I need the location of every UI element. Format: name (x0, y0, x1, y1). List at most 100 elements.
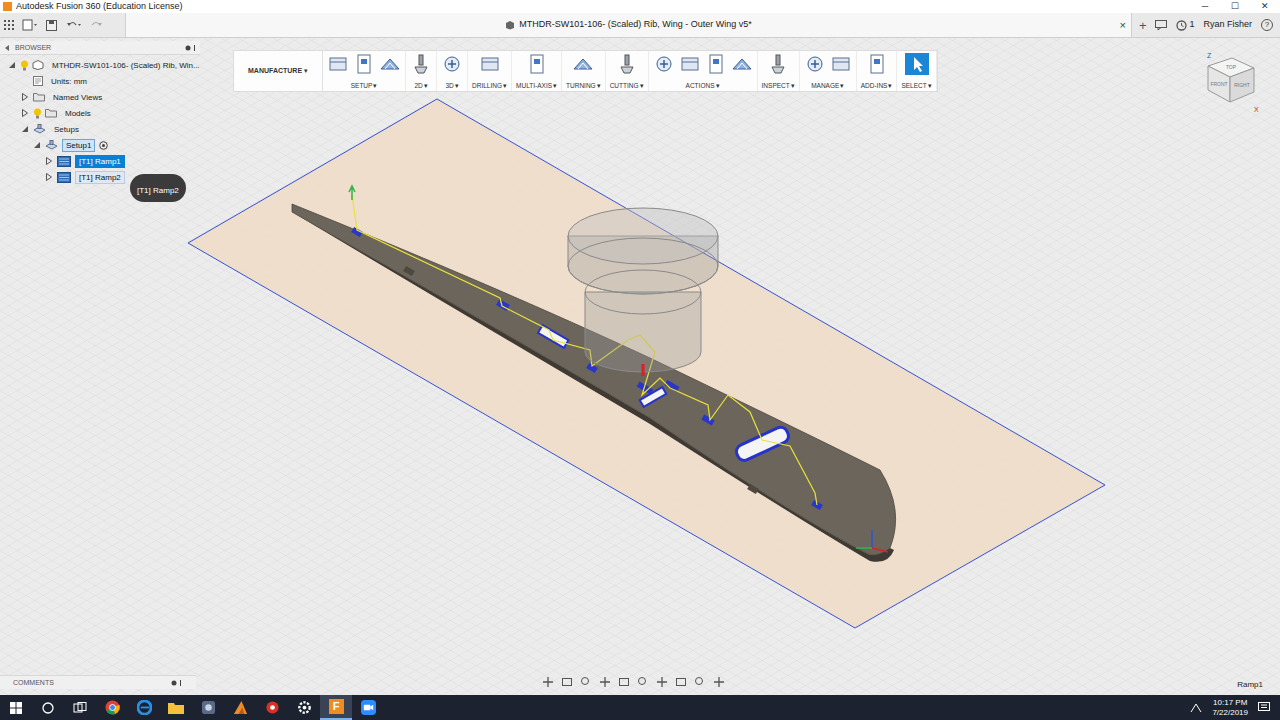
toolbar-group-label[interactable]: MANAGE (811, 83, 839, 90)
select-arrow-icon[interactable] (905, 53, 929, 75)
toolbar-group[interactable]: CUTTING▾ (606, 51, 649, 91)
browser-item-label[interactable]: Models (61, 107, 95, 120)
navigation-tool-icon[interactable] (580, 676, 592, 688)
toolbar-tool-icon[interactable] (479, 53, 501, 75)
navigation-tool-icon[interactable] (637, 676, 649, 688)
toolbar-tool-icon[interactable] (705, 53, 727, 75)
navigation-tool-icon[interactable] (599, 676, 611, 688)
navigation-tool-icon[interactable] (542, 676, 554, 688)
navigation-tool-icon[interactable] (561, 676, 573, 688)
toolbar-group-label[interactable]: 2D (414, 83, 422, 90)
toolbar-tool-icon[interactable] (731, 53, 753, 75)
toolbar-group[interactable]: MULTI-AXIS▾ (512, 51, 562, 91)
browser-item[interactable]: [T1] Ramp1 (0, 153, 200, 169)
toolbar-group[interactable]: SELECT▾ (897, 51, 936, 91)
view-cube[interactable]: TOPFRONTRIGHTZX (1198, 50, 1262, 116)
toolbar-tool-icon[interactable] (379, 53, 401, 75)
toolbar-tool-icon[interactable] (572, 53, 594, 75)
browser-item[interactable]: Units: mm (0, 73, 200, 89)
toolbar-group-label[interactable]: SELECT (901, 83, 926, 90)
fusion-taskbar-button[interactable]: F (320, 695, 352, 720)
toolbar-group-label[interactable]: CUTTING (610, 83, 639, 90)
expand-triangle-icon[interactable] (45, 173, 53, 181)
toolbar-tool-icon[interactable] (616, 53, 638, 75)
toolbar-group[interactable]: 2D▾ (406, 51, 437, 91)
zoom-icon[interactable] (361, 700, 376, 715)
workspace-switcher[interactable]: MANUFACTURE▾ (234, 51, 323, 91)
clock[interactable]: 10:17 PM7/22/2019 (1212, 698, 1248, 718)
notifications-icon[interactable] (1258, 702, 1270, 713)
chat-icon[interactable] (1155, 20, 1167, 31)
toolbar-tool-icon[interactable] (866, 53, 888, 75)
user-name[interactable]: Ryan Fisher (1203, 18, 1252, 32)
toolbar-tool-icon[interactable] (441, 53, 463, 75)
model-viewport[interactable] (0, 38, 1280, 695)
search-icon[interactable] (42, 702, 54, 714)
browser-item-label[interactable]: MTHDR-SW101-106- (Scaled) Rib, Win... (48, 59, 204, 72)
toolbar-tool-icon[interactable] (327, 53, 349, 75)
app-grid-icon[interactable] (4, 20, 14, 30)
navigation-tool-icon[interactable] (675, 676, 687, 688)
toolbar-group-label[interactable]: DRILLING (472, 83, 502, 90)
lightbulb-icon[interactable] (20, 60, 29, 71)
browser-item-label[interactable]: [T1] Ramp2 (75, 171, 125, 184)
windows-start-icon[interactable] (10, 702, 22, 714)
toolbar-tool-icon[interactable] (653, 53, 675, 75)
app-icon[interactable] (201, 700, 216, 715)
toolbar-group[interactable]: ACTIONS▾ (649, 51, 758, 91)
toolbar-group[interactable]: DRILLING▾ (468, 51, 512, 91)
navigation-tool-icon[interactable] (656, 676, 668, 688)
navigation-tool-icon[interactable] (713, 676, 725, 688)
autodesk-icon[interactable] (233, 700, 248, 715)
file-explorer-icon[interactable] (168, 701, 184, 714)
expand-triangle-icon[interactable] (21, 93, 29, 101)
panel-pin-icon[interactable] (185, 44, 197, 52)
document-tab[interactable]: MTHDR-SW101-106- (Scaled) Rib, Wing - Ou… (125, 13, 1132, 37)
toolbar-group[interactable]: SETUP▾ (323, 51, 406, 91)
toolbar-tool-icon[interactable] (767, 53, 789, 75)
tray-icon[interactable] (1190, 703, 1202, 713)
active-target-icon[interactable] (99, 141, 108, 150)
browser-item-label[interactable]: Setup1 (62, 139, 95, 152)
redo-icon[interactable] (89, 19, 105, 31)
toolbar-group-label[interactable]: ADD-INS (861, 83, 888, 90)
collapse-panel-icon[interactable] (3, 44, 11, 52)
close-tab-button[interactable]: × (1119, 20, 1125, 31)
toolbar-group-label[interactable]: INSPECT (762, 83, 790, 90)
browser-item[interactable]: Models (0, 105, 200, 121)
toolbar-group-label[interactable]: ACTIONS (686, 83, 715, 90)
new-tab-button[interactable]: + (1139, 19, 1147, 32)
toolbar-tool-icon[interactable] (410, 53, 432, 75)
toolbar-tool-icon[interactable] (830, 53, 852, 75)
browser-item[interactable]: MTHDR-SW101-106- (Scaled) Rib, Win... (0, 57, 200, 73)
toolbar-group[interactable]: INSPECT▾ (758, 51, 800, 91)
gear-app-icon[interactable] (265, 700, 280, 715)
browser-item-label[interactable]: Units: mm (47, 75, 91, 88)
collapse-triangle-icon[interactable] (33, 141, 41, 149)
toolbar-group-label[interactable]: SETUP (351, 83, 373, 90)
lightbulb-icon[interactable] (33, 108, 42, 119)
toolbar-tool-icon[interactable] (526, 53, 548, 75)
job-status-icon[interactable] (1176, 20, 1187, 31)
toolbar-group-label[interactable]: MULTI-AXIS (516, 83, 552, 90)
navigation-tool-icon[interactable] (618, 676, 630, 688)
window-control-button[interactable]: ✕ (1250, 2, 1280, 11)
chrome-icon[interactable] (105, 700, 120, 715)
expand-triangle-icon[interactable] (21, 109, 29, 117)
toolbar-group[interactable]: 3D▾ (437, 51, 468, 91)
toolbar-group-label[interactable]: TURNING (566, 83, 596, 90)
panel-pin-icon[interactable] (171, 679, 183, 687)
toolbar-group[interactable]: TURNING▾ (562, 51, 606, 91)
toolbar-group-label[interactable]: 3D (445, 83, 453, 90)
expand-triangle-icon[interactable] (45, 157, 53, 165)
navigation-tool-icon[interactable] (694, 676, 706, 688)
toolbar-group[interactable]: MANAGE▾ (800, 51, 857, 91)
undo-icon[interactable] (65, 19, 81, 31)
help-button[interactable]: ? (1261, 19, 1273, 31)
edge-icon[interactable] (137, 700, 152, 715)
window-control-button[interactable]: ☐ (1220, 2, 1250, 11)
settings-gear-icon[interactable] (297, 700, 312, 715)
save-icon[interactable] (46, 20, 57, 31)
browser-item-label[interactable]: Setups (50, 123, 83, 136)
toolbar-tool-icon[interactable] (353, 53, 375, 75)
